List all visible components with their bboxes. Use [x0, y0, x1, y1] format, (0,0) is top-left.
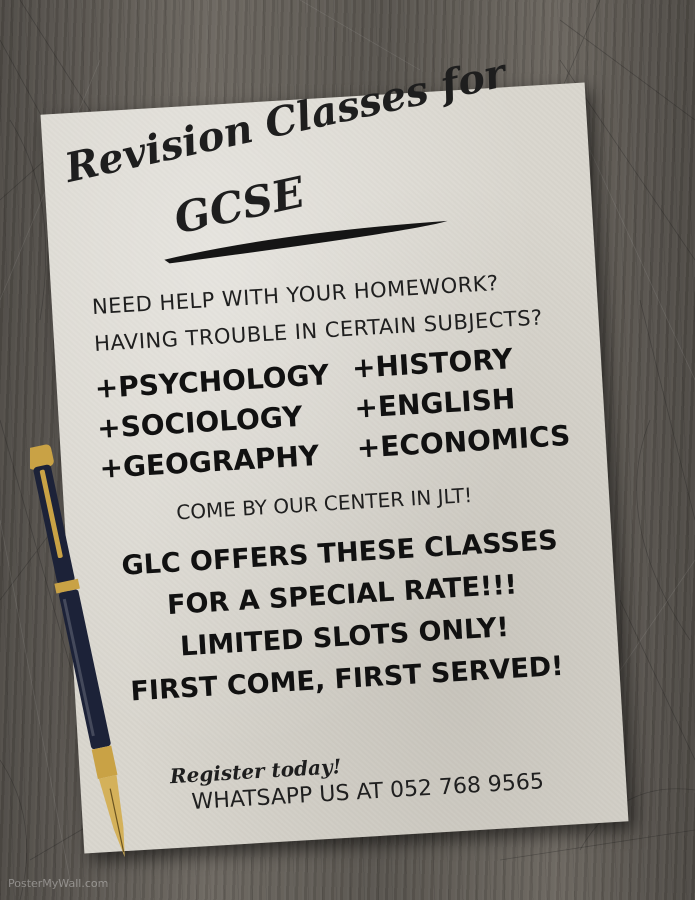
- center-location-text: COME BY OUR CENTER IN JLT!: [175, 482, 473, 525]
- subject-history: +HISTORY: [351, 342, 514, 385]
- subject-psychology: +PSYCHOLOGY: [93, 358, 330, 406]
- watermark-text: PosterMyWall.com: [8, 877, 109, 890]
- subject-economics: +ECONOMICS: [355, 418, 572, 465]
- fountain-pen-icon: [30, 444, 125, 858]
- subject-english: +ENGLISH: [353, 382, 517, 425]
